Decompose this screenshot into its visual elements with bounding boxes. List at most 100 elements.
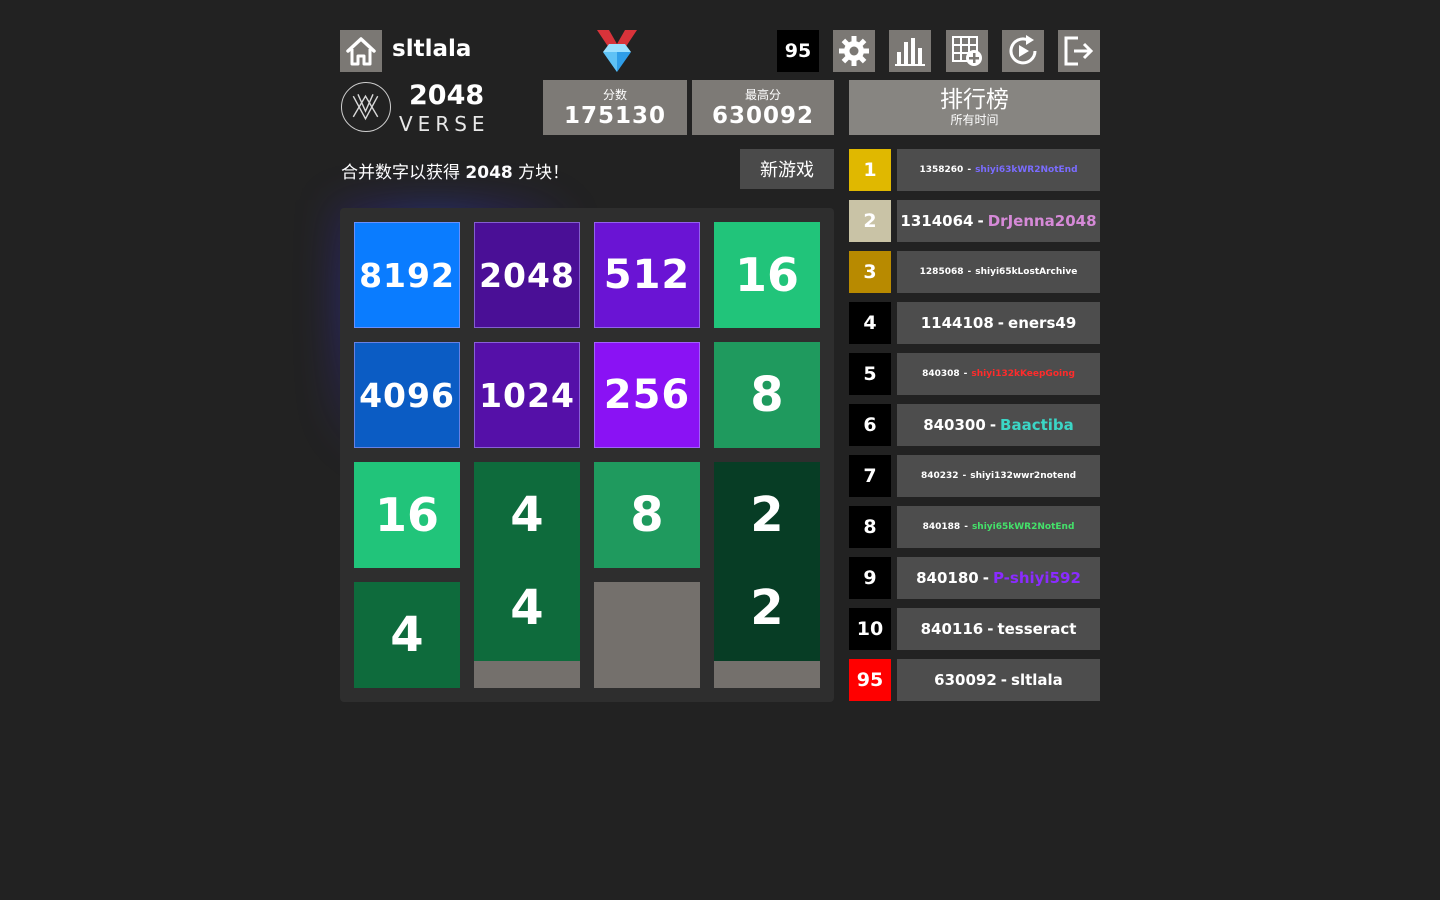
leaderboard-entry: 630092- sltlala <box>897 659 1100 701</box>
best-score-value: 630092 <box>711 103 815 129</box>
tile: 4096 <box>354 342 460 448</box>
leaderboard-player-name[interactable]: eners49 <box>1008 314 1076 332</box>
logo-subtitle: VERSE <box>399 112 490 136</box>
home-icon <box>346 37 376 66</box>
leaderboard-score: 1314064 <box>900 212 974 230</box>
leaderboard-rank: 5 <box>849 353 891 395</box>
replay-button[interactable] <box>1002 30 1044 72</box>
leaderboard-row: 8 840188- shiyi65kWR2NotEnd <box>849 506 1100 548</box>
add-grid-button[interactable] <box>946 30 988 72</box>
tile: 512 <box>594 222 700 328</box>
medal-diamond-icon <box>597 30 637 74</box>
game-intro: 合并数字以获得 2048 方块！ <box>341 158 569 183</box>
leaderboard-rank: 3 <box>849 251 891 293</box>
logout-button[interactable] <box>1058 30 1100 72</box>
leaderboard-rank: 95 <box>849 659 891 701</box>
tile: 2048 <box>474 222 580 328</box>
rank-badge: 95 <box>777 30 819 72</box>
tile: 4 <box>354 582 460 688</box>
leaderboard-separator: - <box>967 165 972 175</box>
logo-emblem-icon <box>341 82 391 132</box>
leaderboard-score: 840180 <box>916 569 979 587</box>
score-label: 分数 <box>602 88 627 102</box>
leaderboard-entry: 840232- shiyi132wwr2notend <box>897 455 1100 497</box>
leaderboard-row: 5 840308- shiyi132kKeepGoing <box>849 353 1100 395</box>
leaderboard-entry: 1144108- eners49 <box>897 302 1100 344</box>
intro-target: 2048 <box>465 163 513 183</box>
tile: 8 <box>594 462 700 568</box>
leaderboard-score: 1285068 <box>919 267 964 277</box>
leaderboard-separator: - <box>1000 671 1008 689</box>
leaderboard-title: 排行榜 <box>940 86 1009 113</box>
leaderboard-player-name[interactable]: shiyi63kWR2NotEnd <box>975 165 1077 175</box>
leaderboard-score: 840232 <box>920 471 959 481</box>
leaderboard-row: 1 1358260- shiyi63kWR2NotEnd <box>849 149 1100 191</box>
leaderboard-header[interactable]: 排行榜 所有时间 <box>849 80 1100 135</box>
leaderboard-separator: - <box>977 212 984 230</box>
best-score-label: 最高分 <box>744 88 781 102</box>
leaderboard-row: 6 840300- Baactiba <box>849 404 1100 446</box>
leaderboard-rank: 2 <box>849 200 891 242</box>
leaderboard-player-name[interactable]: DrJenna2048 <box>988 212 1097 230</box>
stats-button[interactable] <box>889 30 931 72</box>
leaderboard-row: 4 1144108- eners49 <box>849 302 1100 344</box>
leaderboard-subtitle: 所有时间 <box>950 112 999 127</box>
leaderboard-separator: - <box>962 471 967 481</box>
leaderboard-entry: 1285068- shiyi65kLostArchive <box>897 251 1100 293</box>
tile: 2 <box>714 555 820 661</box>
leaderboard-entry: 840116- tesseract <box>897 608 1100 650</box>
leaderboard-entry: 840180- P-shiyi592 <box>897 557 1100 599</box>
score-box: 分数 175130 <box>543 80 687 135</box>
intro-prefix: 合并数字以获得 <box>341 163 466 183</box>
leaderboard-player-name[interactable]: tesseract <box>997 620 1076 638</box>
leaderboard-player-name[interactable]: shiyi132wwr2notend <box>970 471 1076 481</box>
leaderboard-row: 3 1285068- shiyi65kLostArchive <box>849 251 1100 293</box>
tile: 2 <box>714 462 820 568</box>
leaderboard-rank: 10 <box>849 608 891 650</box>
game-board[interactable]: 8192 2048 512 16 4096 1024 256 8 16 4 8 2 4 4 2 <box>340 208 834 702</box>
username: sltlala <box>392 36 472 62</box>
leaderboard-separator: - <box>987 620 994 638</box>
tile: 256 <box>594 342 700 448</box>
leaderboard-score: 840188 <box>922 522 961 532</box>
leaderboard-player-name[interactable]: sltlala <box>1011 671 1063 689</box>
settings-icon <box>839 36 869 66</box>
tile: 4 <box>474 555 580 661</box>
leaderboard-rank: 1 <box>849 149 891 191</box>
tile: 16 <box>714 222 820 328</box>
leaderboard-row: 9 840180- P-shiyi592 <box>849 557 1100 599</box>
leaderboard-player-name[interactable]: shiyi65kWR2NotEnd <box>972 522 1074 532</box>
leaderboard-rank: 9 <box>849 557 891 599</box>
intro-suffix: 方块！ <box>512 163 570 183</box>
logout-icon <box>1064 36 1094 66</box>
leaderboard-row: 10 840116- tesseract <box>849 608 1100 650</box>
leaderboard-entry: 840188- shiyi65kWR2NotEnd <box>897 506 1100 548</box>
leaderboard-score: 630092 <box>934 671 997 689</box>
settings-button[interactable] <box>833 30 875 72</box>
leaderboard-separator: - <box>964 522 968 532</box>
leaderboard-score: 1358260 <box>919 165 964 175</box>
leaderboard-row: 95 630092- sltlala <box>849 659 1100 701</box>
score-value: 175130 <box>563 103 667 129</box>
leaderboard-rank: 6 <box>849 404 891 446</box>
leaderboard-entry: 840308- shiyi132kKeepGoing <box>897 353 1100 395</box>
leaderboard-player-name[interactable]: shiyi65kLostArchive <box>975 267 1077 277</box>
leaderboard-separator: - <box>982 569 989 587</box>
leaderboard-player-name[interactable]: Baactiba <box>1000 416 1074 434</box>
logo-title: 2048 <box>409 80 485 111</box>
leaderboard-entry: 1314064- DrJenna2048 <box>897 200 1100 242</box>
leaderboard-player-name[interactable]: P-shiyi592 <box>993 569 1081 587</box>
leaderboard-score: 840300 <box>923 416 986 434</box>
leaderboard-entry: 840300- Baactiba <box>897 404 1100 446</box>
leaderboard-player-name[interactable]: shiyi132kKeepGoing <box>971 369 1075 379</box>
leaderboard-separator: - <box>989 416 997 434</box>
new-game-button[interactable]: 新游戏 <box>740 149 834 189</box>
home-button[interactable] <box>340 30 382 72</box>
leaderboard-rank: 7 <box>849 455 891 497</box>
leaderboard-score: 840308 <box>922 369 960 379</box>
leaderboard-score: 840116 <box>920 620 984 638</box>
leaderboard-entry: 1358260- shiyi63kWR2NotEnd <box>897 149 1100 191</box>
add-grid-icon <box>952 36 982 66</box>
replay-icon <box>1009 35 1037 65</box>
tile: 1024 <box>474 342 580 448</box>
